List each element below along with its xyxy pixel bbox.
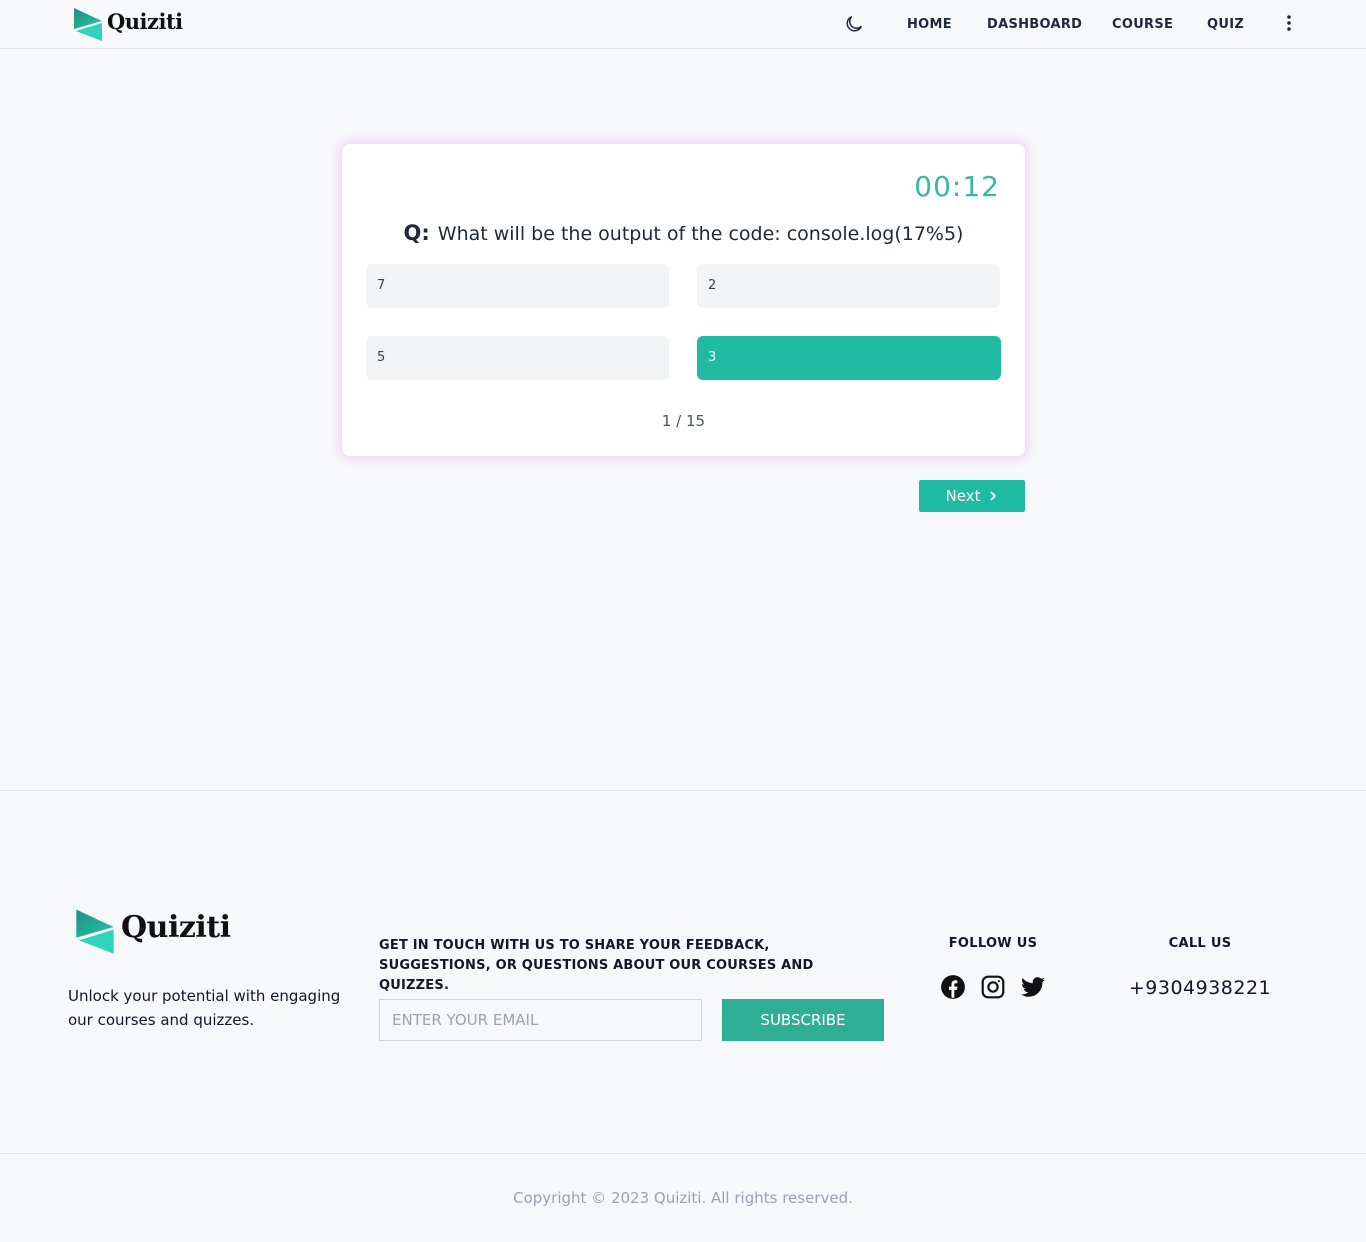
email-input[interactable] (379, 999, 702, 1041)
option-d-selected[interactable]: 3 (697, 336, 1001, 380)
option-c[interactable]: 5 (366, 336, 669, 380)
phone-number[interactable]: +9304938221 (1120, 977, 1280, 999)
brand-name: Quiziti (107, 8, 183, 34)
nav-dashboard[interactable]: DASHBOARD (987, 17, 1082, 32)
nav-home[interactable]: HOME (907, 17, 952, 32)
top-navbar: Quiziti HOME DASHBOARD COURSE QUIZ (0, 0, 1366, 49)
option-b[interactable]: 2 (697, 264, 1000, 308)
next-button[interactable]: Next (919, 480, 1025, 512)
question-progress: 1 / 15 (661, 412, 706, 430)
chevron-right-icon (990, 491, 997, 501)
option-a[interactable]: 7 (366, 264, 669, 308)
facebook-icon[interactable] (940, 974, 966, 1000)
quiz-card: 00:12 Q: What will be the output of the c… (342, 144, 1025, 456)
quiz-timer: 00:12 (914, 170, 1000, 203)
instagram-icon[interactable] (980, 974, 1006, 1000)
footer-top-divider (0, 790, 1366, 791)
question-text-wrapper: Q: What will be the output of the code: c… (342, 221, 1025, 245)
logo-icon (76, 909, 114, 954)
nav-course[interactable]: COURSE (1112, 17, 1173, 32)
question-text: What will be the output of the code: con… (437, 223, 964, 245)
footer-tagline: Unlock your potential with engaging our … (68, 987, 341, 1029)
follow-us-title: FOLLOW US (948, 936, 1038, 951)
question-prefix: Q: (403, 221, 430, 245)
brand-logo[interactable]: Quiziti (73, 7, 183, 41)
footer-brand-name: Quiziti (121, 909, 231, 945)
call-us-title: CALL US (1168, 936, 1232, 951)
copyright-text: Copyright © 2023 Quiziti. All rights res… (513, 1189, 853, 1207)
footer-contact-text: GET IN TOUCH WITH US TO SHARE YOUR FEEDB… (379, 938, 814, 993)
kebab-menu-icon[interactable] (1279, 13, 1299, 33)
footer-brand-logo[interactable]: Quiziti (75, 908, 231, 954)
logo-icon (74, 8, 102, 41)
footer-bottom-divider (0, 1153, 1366, 1154)
moon-icon[interactable] (843, 13, 865, 35)
nav-quiz[interactable]: QUIZ (1207, 17, 1244, 32)
twitter-icon[interactable] (1020, 974, 1046, 1000)
subscribe-button[interactable]: SUBSCRIBE (722, 999, 884, 1041)
next-button-label: Next (945, 487, 981, 505)
